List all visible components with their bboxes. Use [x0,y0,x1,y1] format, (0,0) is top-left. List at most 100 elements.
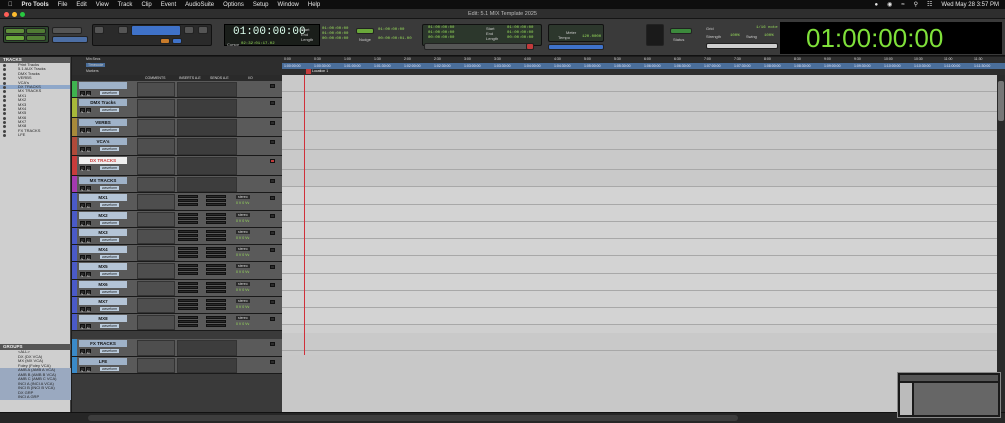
solo-button[interactable]: S [80,186,85,192]
track-name[interactable] [79,82,127,89]
track-name[interactable]: DMX Tracks [79,99,127,106]
comments-cell[interactable] [137,138,175,155]
record-enable-button[interactable] [270,121,275,125]
postroll[interactable]: 01:00:00:00 [428,31,454,35]
shuffle-mode-button[interactable] [5,28,25,34]
track-header[interactable]: DMX Tracks S Mwaveform [72,98,282,118]
send-slot[interactable] [206,268,226,271]
send-slot[interactable] [206,199,226,202]
grid-value-small[interactable]: 01:00:00:00 [378,28,404,32]
send-slot[interactable] [206,264,226,267]
tab-to-transient-button[interactable] [160,38,170,44]
track-visibility-icon[interactable] [3,134,6,138]
track-header[interactable]: MX1 S Mwaveform stereo 0 V 0 Vv [72,193,282,211]
track-header[interactable]: MX6 S Mwaveform stereo 0 V 0 Vv [72,280,282,297]
pencil-tool-icon[interactable] [198,26,208,34]
io-selector[interactable]: stereo [236,316,250,320]
grid-toggle[interactable] [356,28,374,34]
track-view-selector[interactable]: waveform [100,108,120,112]
insert-slot[interactable] [178,230,198,233]
record-enable-button[interactable] [270,317,275,321]
track-name[interactable]: MX5 [79,263,127,270]
send-slot[interactable] [206,234,226,237]
track-header[interactable]: MX3 S Mwaveform stereo 0 V 0 Vv [72,228,282,245]
track-view-selector[interactable]: waveform [100,128,120,132]
send-slot[interactable] [206,255,226,258]
send-slot[interactable] [206,238,226,241]
record-enable-button[interactable] [270,300,275,304]
solo-button[interactable]: S [80,255,85,261]
track-timeline[interactable] [282,75,997,412]
record-enable-button[interactable] [270,140,275,144]
zoomer-tool-icon[interactable] [94,26,104,34]
menu-edit[interactable]: Edit [76,2,86,8]
solo-button[interactable]: S [80,349,85,355]
track-view-selector[interactable]: waveform [100,203,120,207]
record-button[interactable] [526,43,534,50]
spot-mode-button[interactable] [26,28,46,34]
insert-slot[interactable] [178,282,198,285]
midi-controls[interactable] [548,44,604,50]
end-value[interactable]: 01:00:00:00 [322,32,348,36]
track-name[interactable]: MX8 [79,315,127,322]
send-slot[interactable] [206,320,226,323]
record-enable-button[interactable] [270,84,275,88]
track-header[interactable]: LFE S Mwaveform [72,357,282,374]
nudge-value[interactable]: 00:00:00:01.00 [378,37,412,41]
menu-file[interactable]: File [58,2,68,8]
mute-button[interactable]: M [86,324,91,330]
track-lane[interactable] [282,170,997,187]
marker-location-1[interactable]: Location 1 [312,69,328,73]
comments-cell[interactable] [137,263,175,279]
track-lane[interactable] [282,222,997,239]
comments-cell[interactable] [137,315,175,330]
insert-slot[interactable] [178,268,198,271]
solo-button[interactable]: S [80,166,85,172]
track-lane[interactable] [282,205,997,222]
track-view-selector[interactable]: waveform [100,147,120,151]
track-view-selector[interactable]: waveform [100,221,120,225]
send-slot[interactable] [206,286,226,289]
track-name[interactable]: MX1 [79,194,127,201]
record-enable-button[interactable] [270,159,275,163]
solo-button[interactable]: S [80,128,85,134]
transport-end[interactable]: 01:00:00:00 [507,31,533,35]
comments-cell[interactable] [137,246,175,261]
record-enable-button[interactable] [270,196,275,200]
bottom-scrollbar[interactable] [0,412,1005,423]
track-lane[interactable] [282,112,997,131]
menu-audiosuite[interactable]: AudioSuite [185,2,214,8]
track-list-item[interactable]: LFE [0,133,70,138]
insert-slot[interactable] [178,286,198,289]
record-enable-button[interactable] [270,231,275,235]
insert-slot[interactable] [178,264,198,267]
track-lane[interactable] [282,308,997,325]
menu-window[interactable]: Window [278,2,299,8]
grabber-tool-icon[interactable] [184,26,194,34]
transport-start[interactable]: 01:00:00:00 [507,26,533,30]
track-view-selector[interactable]: waveform [100,349,120,353]
insert-slot[interactable] [178,247,198,250]
mute-button[interactable]: M [86,203,91,209]
record-enable-button[interactable] [270,283,275,287]
link-timeline-button[interactable] [172,38,182,44]
track-header[interactable]: MX8 S Mwaveform stereo 0 V 0 Vv [72,314,282,331]
comments-cell[interactable] [137,340,175,356]
menubar-clock[interactable]: Wed May 28 3:57 PM [941,2,999,8]
comments-cell[interactable] [137,298,175,313]
slip-mode-button[interactable] [5,35,25,41]
solo-button[interactable]: S [80,91,85,97]
send-slot[interactable] [206,230,226,233]
track-header[interactable]: VCA's S Mwaveform [72,137,282,156]
menu-help[interactable]: Help [308,2,320,8]
transport-buttons[interactable] [424,43,534,50]
track-header[interactable]: S Mwaveform [72,81,282,98]
send-slot[interactable] [206,316,226,319]
track-name[interactable]: MX2 [79,212,127,219]
insert-slot[interactable] [178,217,198,220]
send-slot[interactable] [206,324,226,327]
trim-tool-icon[interactable] [118,26,128,34]
record-enable-button[interactable] [270,265,275,269]
track-name[interactable]: LFE [79,358,127,365]
insert-slot[interactable] [178,324,198,327]
